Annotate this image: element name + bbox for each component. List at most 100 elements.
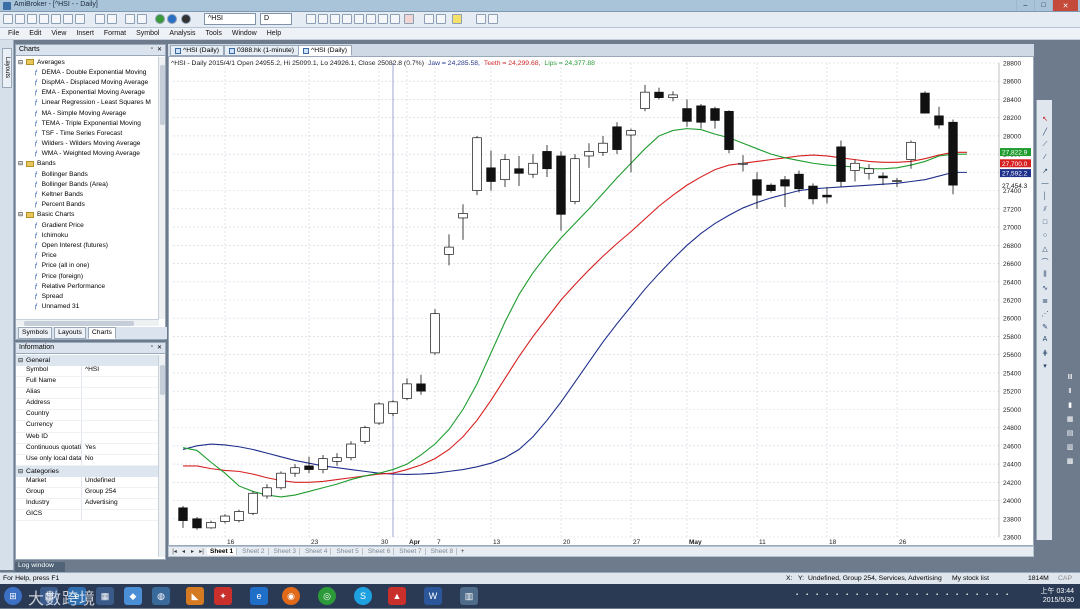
tab-layouts[interactable]: Layouts: [54, 327, 86, 339]
property-value[interactable]: Yes: [82, 444, 96, 454]
property-value[interactable]: [82, 421, 85, 431]
sheet-tab[interactable]: Sheet 1: [207, 548, 238, 555]
tray-icon[interactable]: ▪: [936, 592, 943, 599]
maximize-button[interactable]: □: [1034, 0, 1052, 11]
level-icon[interactable]: ▩: [1065, 456, 1075, 465]
menu-insert[interactable]: Insert: [76, 30, 94, 37]
tray-icon[interactable]: ▪: [916, 592, 923, 599]
candles-icon[interactable]: ▮: [1065, 400, 1075, 409]
property-row[interactable]: Alias: [16, 387, 159, 400]
property-value[interactable]: [82, 510, 85, 520]
property-row[interactable]: Use only local datab No: [16, 455, 159, 467]
tree-folder[interactable]: ⊟ Averages: [16, 57, 159, 67]
info-icon[interactable]: [181, 14, 191, 24]
property-row[interactable]: Continuous quotatio Yes: [16, 443, 159, 455]
collapse-icon[interactable]: ⊟: [18, 59, 26, 66]
tray-icon[interactable]: ▪: [906, 592, 913, 599]
tree-item[interactable]: ƒ EMA - Exponential Moving Average: [16, 88, 159, 98]
fibonacci-icon[interactable]: ≣: [1040, 296, 1050, 305]
menu-tools[interactable]: Tools: [206, 30, 222, 37]
copy-icon[interactable]: [51, 14, 61, 24]
play-icon[interactable]: [155, 14, 165, 24]
next-sheet-icon[interactable]: ▸: [189, 548, 196, 555]
bookmark-icon[interactable]: [390, 14, 400, 24]
tree-item[interactable]: ƒ Gradient Price: [16, 220, 159, 230]
sheet-tab[interactable]: Sheet 3: [271, 548, 300, 555]
prev-sheet-icon[interactable]: ◂: [180, 548, 187, 555]
bars-icon[interactable]: Ⅲ: [1065, 372, 1075, 381]
line-chart-icon[interactable]: [330, 14, 340, 24]
property-value[interactable]: [82, 399, 85, 409]
table-icon[interactable]: ▤: [1065, 428, 1075, 437]
fit-icon[interactable]: [366, 14, 376, 24]
app-red-icon[interactable]: ✦: [214, 587, 232, 605]
tray-icon[interactable]: ▪: [986, 592, 993, 599]
price-chart[interactable]: ^HSI - Daily 2015/4/1 Open 24955.2, Hi 2…: [169, 57, 1033, 546]
property-row[interactable]: Full Name: [16, 376, 159, 388]
doc-tab-0388-1min[interactable]: 0388.hk (1-minute): [224, 45, 300, 56]
first-sheet-icon[interactable]: |◂: [171, 548, 178, 555]
property-value[interactable]: Group 254: [82, 488, 116, 498]
tray-icon[interactable]: ▪: [946, 592, 953, 599]
property-category[interactable]: ⊟ Categories: [16, 466, 159, 477]
sheet-tab[interactable]: Sheet 4: [302, 548, 332, 555]
app-triangle-icon[interactable]: ▲: [388, 587, 406, 605]
horizontal-line-icon[interactable]: —: [1040, 179, 1050, 188]
tree-item[interactable]: ƒ Bollinger Bands: [16, 169, 159, 179]
tray-icon[interactable]: ▪: [856, 592, 863, 599]
more-tools-icon[interactable]: ▾: [1040, 361, 1050, 370]
cycle-lines-icon[interactable]: ⫼: [1040, 270, 1050, 279]
green-indicator-icon[interactable]: [306, 14, 316, 24]
tree-item[interactable]: ƒ Unnamed 31: [16, 302, 159, 312]
fill-icon[interactable]: [436, 14, 446, 24]
print-preview-icon[interactable]: [75, 14, 85, 24]
chart-icon[interactable]: [95, 14, 105, 24]
property-row[interactable]: Country: [16, 410, 159, 422]
menu-edit[interactable]: Edit: [29, 30, 41, 37]
tree-item[interactable]: ƒ Spread: [16, 291, 159, 301]
property-value[interactable]: Advertising: [82, 499, 118, 509]
tray-icon[interactable]: ▪: [966, 592, 973, 599]
tray-icon[interactable]: ▪: [866, 592, 873, 599]
highlighter-icon[interactable]: [452, 14, 462, 24]
status-watchlist[interactable]: My stock list: [952, 575, 989, 582]
skype-icon[interactable]: S: [354, 587, 372, 605]
triangle-icon[interactable]: △: [1040, 244, 1050, 253]
tray-icon[interactable]: ▪: [976, 592, 983, 599]
undo-icon[interactable]: [125, 14, 135, 24]
ie-browser-icon[interactable]: e: [250, 587, 268, 605]
property-row[interactable]: Web ID: [16, 432, 159, 444]
app-globe-icon[interactable]: ◍: [152, 587, 170, 605]
open-icon[interactable]: [15, 14, 25, 24]
app-orange-icon[interactable]: ◣: [186, 587, 204, 605]
explorer-icon[interactable]: ▦: [96, 587, 114, 605]
sheet-tab[interactable]: Sheet 5: [333, 548, 363, 555]
layout-icon[interactable]: [488, 14, 498, 24]
tree-item[interactable]: ƒ Wilders - Wilders Moving Average: [16, 139, 159, 149]
sheet-tab[interactable]: Sheet 6: [365, 548, 395, 555]
menu-format[interactable]: Format: [104, 30, 126, 37]
ellipse-icon[interactable]: ○: [1040, 231, 1050, 240]
start-icon[interactable]: ⊞: [4, 587, 22, 605]
property-value[interactable]: Undefined: [82, 477, 115, 487]
tab-symbols[interactable]: Symbols: [18, 327, 53, 339]
tree-item[interactable]: ƒ MA - Simple Moving Average: [16, 108, 159, 118]
property-value[interactable]: No: [82, 455, 93, 465]
property-row[interactable]: Group Group 254: [16, 487, 159, 500]
charts-horizontal-scrollbar[interactable]: [16, 319, 159, 326]
trendline-icon[interactable]: ╱: [1040, 127, 1050, 136]
collapse-icon[interactable]: ⊟: [18, 357, 23, 364]
property-value[interactable]: [82, 410, 85, 420]
amibroker-taskbar-icon[interactable]: ▥: [460, 587, 478, 605]
menu-analysis[interactable]: Analysis: [169, 30, 195, 37]
tray-icon[interactable]: ▪: [896, 592, 903, 599]
tab-charts[interactable]: Charts: [87, 327, 116, 339]
pencil-icon[interactable]: ✎: [1040, 322, 1050, 331]
tray-icon[interactable]: ▪: [826, 592, 833, 599]
zoom-in-icon[interactable]: [342, 14, 352, 24]
collapse-icon[interactable]: ⊟: [18, 211, 26, 218]
grid-icon[interactable]: [476, 14, 486, 24]
tree-item[interactable]: ƒ DEMA - Double Exponential Moving: [16, 67, 159, 77]
redo-icon[interactable]: [137, 14, 147, 24]
tray-icon[interactable]: ▪: [876, 592, 883, 599]
